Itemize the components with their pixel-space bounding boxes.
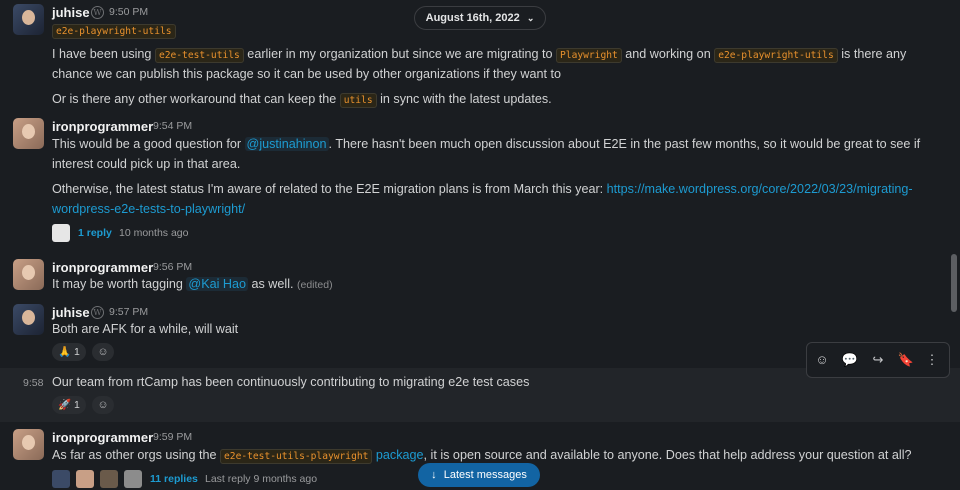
message-ironprogrammer-2: ironprogrammer 9:56 PM It may be worth t… <box>0 254 960 298</box>
thread-participant-avatar <box>52 470 70 488</box>
text: . There hasn't been much open discussion… <box>328 137 921 151</box>
status-code: e2e-playwright-utils <box>52 24 176 39</box>
timestamp[interactable]: 9:59 PM <box>153 431 192 443</box>
thread-replies-link[interactable]: 1 reply <box>78 227 112 239</box>
scrollbar-thumb[interactable] <box>951 254 957 312</box>
reaction-emoji: 🙏 <box>58 346 72 358</box>
thread-replies-link[interactable]: 11 replies <box>150 473 198 485</box>
avatar[interactable] <box>13 304 44 335</box>
message-line: interest could pick up in that area. <box>52 157 241 171</box>
edited-label: (edited) <box>297 279 333 291</box>
text: This would be a good question for <box>52 137 245 151</box>
text: Or is there any other workaround that ca… <box>52 92 340 106</box>
text: as well. <box>248 277 297 291</box>
package-link[interactable]: package <box>372 448 424 462</box>
text: is there any <box>837 47 907 61</box>
thread-last-reply: 10 months ago <box>119 227 189 239</box>
inline-code: Playwright <box>556 48 622 63</box>
bookmark-icon[interactable]: 🔖 <box>897 351 915 369</box>
url-link[interactable]: wordpress-e2e-tests-to-playwright/ <box>52 202 245 216</box>
inline-code: e2e-test-utils-playwright <box>220 449 373 464</box>
inline-code: utils <box>339 93 377 108</box>
user-mention[interactable]: @Kai Hao <box>186 277 248 291</box>
inline-code: e2e-playwright-utils <box>714 48 838 63</box>
timestamp[interactable]: 9:56 PM <box>153 261 192 273</box>
thread-participant-avatar <box>100 470 118 488</box>
timestamp[interactable]: 9:54 PM <box>153 120 192 132</box>
status: e2e-playwright-utils <box>52 23 176 39</box>
text: Otherwise, the latest status I'm aware o… <box>52 182 607 196</box>
timestamp[interactable]: 9:58 <box>23 377 43 389</box>
chevron-down-icon: ⌄ <box>526 13 535 23</box>
date-label: August 16th, 2022 <box>425 12 520 24</box>
text: earlier in my organization but since we … <box>243 47 557 61</box>
avatar[interactable] <box>13 118 44 149</box>
reply-in-thread-icon[interactable]: 💬 <box>841 351 859 369</box>
latest-messages-label: Latest messages <box>443 469 527 481</box>
thread-participant-avatar <box>52 224 70 242</box>
inline-code: e2e-test-utils <box>154 48 244 63</box>
user-mention[interactable]: @justinahinon <box>244 137 329 151</box>
message-ironprogrammer-1: ironprogrammer 9:54 PM This would be a g… <box>0 112 960 250</box>
wordpress-icon: W <box>91 6 104 19</box>
timestamp[interactable]: 9:57 PM <box>109 306 148 318</box>
reaction-emoji: 🚀 <box>58 399 72 411</box>
message-line: Our team from rtCamp has been continuous… <box>52 375 530 389</box>
message-line: Or is there any other workaround that ca… <box>52 92 552 108</box>
message-line: I have been using e2e-test-utils earlier… <box>52 47 907 63</box>
wordpress-icon: W <box>91 306 104 319</box>
message-line: As far as other orgs using the e2e-test-… <box>52 448 912 464</box>
text: and working on <box>621 47 715 61</box>
reaction-pill[interactable]: 🚀 1 <box>52 396 86 414</box>
message-line: This would be a good question for @justi… <box>52 137 920 151</box>
arrow-down-icon: ↓ <box>431 469 437 481</box>
message-line: Both are AFK for a while, will wait <box>52 322 239 336</box>
reaction-count: 1 <box>74 399 80 411</box>
text: I have been using <box>52 47 155 61</box>
author-name[interactable]: juhise <box>52 5 90 20</box>
add-reaction-icon[interactable]: ☺ <box>813 351 831 369</box>
date-divider-button[interactable]: August 16th, 2022 ⌄ <box>414 6 546 30</box>
add-reaction-icon[interactable]: ☺ <box>92 343 114 361</box>
message-line: It may be worth tagging @Kai Hao as well… <box>52 277 333 291</box>
author-name[interactable]: ironprogrammer <box>52 119 153 134</box>
message-line: Otherwise, the latest status I'm aware o… <box>52 182 913 196</box>
forward-icon[interactable]: ↪ <box>869 351 887 369</box>
text: , it is open source and available to any… <box>423 448 912 462</box>
author-name[interactable]: juhise <box>52 305 90 320</box>
timestamp[interactable]: 9:50 PM <box>109 6 148 18</box>
reaction-pill[interactable]: 🙏 1 <box>52 343 86 361</box>
avatar[interactable] <box>13 259 44 290</box>
author-name[interactable]: ironprogrammer <box>52 260 153 275</box>
thread-last-reply: Last reply 9 months ago <box>205 473 318 485</box>
reaction-count: 1 <box>74 346 80 358</box>
author-name[interactable]: ironprogrammer <box>52 430 153 445</box>
message-line: chance we can publish this package so it… <box>52 67 561 81</box>
add-reaction-icon[interactable]: ☺ <box>92 396 114 414</box>
avatar[interactable] <box>13 4 44 35</box>
url-link[interactable]: https://make.wordpress.org/core/2022/03/… <box>607 182 913 196</box>
avatar[interactable] <box>13 429 44 460</box>
latest-messages-button[interactable]: ↓ Latest messages <box>418 463 540 487</box>
text: As far as other orgs using the <box>52 448 221 462</box>
text: in sync with the latest updates. <box>376 92 552 106</box>
thread-participant-avatar <box>76 470 94 488</box>
message-actions-toolbar: ☺ 💬 ↪ 🔖 ⋮ <box>806 342 950 378</box>
more-actions-icon[interactable]: ⋮ <box>923 351 941 369</box>
thread-participant-avatar <box>124 470 142 488</box>
text: It may be worth tagging <box>52 277 187 291</box>
